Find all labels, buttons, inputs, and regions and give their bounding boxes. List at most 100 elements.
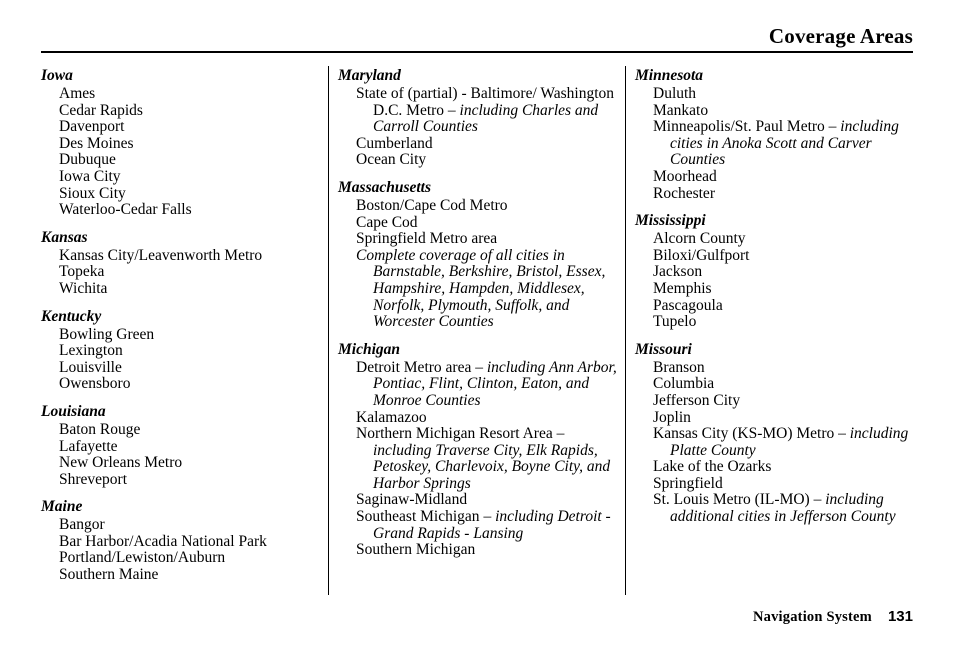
coverage-entry: Minneapolis/St. Paul Metro – including c… — [653, 118, 913, 169]
coverage-entry-text: Boston/Cape Cod Metro — [356, 196, 508, 214]
state-block: Missouri Branson Columbia Jefferson City Jop… — [635, 340, 913, 526]
coverage-entry-text: Cumberland — [356, 134, 433, 152]
coverage-entry: Southern Michigan — [356, 541, 620, 559]
coverage-entry-text: Springfield Metro area — [356, 230, 498, 248]
state-name: Minnesota — [635, 67, 704, 84]
coverage-entry: Davenport — [59, 118, 321, 136]
coverage-entry: Duluth — [653, 85, 913, 103]
coverage-entry: Pascagoula — [653, 296, 913, 315]
coverage-entry-text: Kansas City (KS-MO) Metro — [653, 425, 839, 443]
coverage-entry-text: Iowa City — [59, 167, 121, 185]
coverage-entry-list: State of (partial) - Baltimore/ Washingt… — [338, 85, 620, 169]
state-block: Louisiana Baton Rouge Lafayette New Orleans… — [41, 402, 321, 488]
coverage-entry-text: Waterloo-Cedar Falls — [59, 201, 192, 219]
coverage-entry-text: Duluth — [653, 85, 697, 102]
state-name: Kentucky — [41, 307, 102, 325]
header-rule — [41, 51, 913, 53]
coverage-entry: Jefferson City — [653, 391, 913, 410]
coverage-entry-text: Davenport — [59, 118, 125, 136]
coverage-entry-text: Alcorn County — [653, 230, 746, 248]
coverage-entry-text: Wichita — [59, 279, 108, 297]
page-header: Coverage Areas — [41, 24, 913, 48]
coverage-entry-text: Tupelo — [653, 313, 697, 331]
coverage-entry-text: Moorhead — [653, 167, 717, 185]
coverage-entry-text: Bar Harbor/Acadia National Park — [59, 532, 267, 550]
coverage-entry: Cedar Rapids — [59, 102, 321, 120]
coverage-entry-text: Detroit Metro area — [356, 358, 476, 376]
coverage-entry: State of (partial) - Baltimore/ Washingt… — [356, 85, 620, 136]
coverage-entry: Kansas City (KS-MO) Metro – including Pl… — [653, 425, 913, 459]
coverage-entry-text: Kalamazoo — [356, 408, 427, 426]
coverage-column-2: Maryland State of (partial) - Baltimore/ … — [338, 66, 620, 596]
column-divider-1 — [328, 66, 329, 595]
coverage-entry-list: Branson Columbia Jefferson City Joplin Kansa… — [635, 359, 913, 526]
coverage-entry-text: Louisville — [59, 358, 122, 376]
coverage-entry: Des Moines — [59, 135, 321, 153]
coverage-entry: Biloxi/Gulfport — [653, 246, 913, 265]
page-footer: Navigation System 131 — [41, 608, 913, 626]
state-block: Kansas Kansas City/Leavenworth Metro Topek… — [41, 228, 321, 298]
coverage-entry-text: Memphis — [653, 279, 712, 297]
state-block: Mississippi Alcorn County Biloxi/Gulfport J… — [635, 211, 913, 331]
coverage-entry: Springfield Metro area — [356, 230, 620, 248]
coverage-entry: Cape Cod — [356, 214, 620, 232]
coverage-entry: Kalamazoo — [356, 408, 620, 427]
coverage-entry: Lexington — [59, 342, 321, 360]
coverage-entry: Louisville — [59, 358, 321, 377]
coverage-entry-text: Pascagoula — [653, 296, 723, 314]
coverage-entry-list: Duluth Mankato Minneapolis/St. Paul Metro … — [635, 85, 913, 202]
coverage-entry-text: Sioux City — [59, 184, 126, 202]
coverage-entry: Baton Rouge — [59, 421, 321, 439]
coverage-entry: Wichita — [59, 279, 321, 298]
state-block: Maryland State of (partial) - Baltimore/ … — [338, 66, 620, 169]
coverage-entry: Topeka — [59, 264, 321, 281]
coverage-entry-text: Springfield — [653, 474, 723, 492]
coverage-entry: Complete coverage of all cities in Barns… — [356, 247, 620, 331]
coverage-entry-text: Rochester — [653, 184, 715, 202]
coverage-entry: Portland/Lewiston/Auburn — [59, 550, 321, 567]
coverage-entry-text: Jefferson City — [653, 391, 741, 409]
coverage-entry-list: Ames Cedar Rapids Davenport Des Moines Dubuq… — [41, 85, 321, 219]
state-name: Maryland — [338, 67, 401, 84]
state-name: Michigan — [338, 340, 401, 358]
coverage-entry: Lafayette — [59, 438, 321, 456]
state-name: Iowa — [41, 67, 73, 84]
coverage-entry: Joplin — [653, 408, 913, 427]
coverage-entry-text: Joplin — [653, 408, 691, 426]
coverage-entry: Columbia — [653, 376, 913, 393]
coverage-entry-text: Northern Michigan Resort Area — [356, 425, 557, 443]
coverage-columns: Iowa Ames Cedar Rapids Davenport Des Moines D… — [41, 66, 913, 596]
coverage-entry: New Orleans Metro — [59, 454, 321, 472]
coverage-entry: Moorhead — [653, 167, 913, 186]
coverage-entry: Jackson — [653, 264, 913, 281]
coverage-entry-list: Boston/Cape Cod Metro Cape Cod Springfield… — [338, 196, 620, 331]
coverage-entry-text: Bangor — [59, 516, 105, 534]
coverage-entry-text: Ames — [59, 85, 96, 102]
footer-book-title: Navigation System — [752, 609, 872, 625]
coverage-entry-list: Bangor Bar Harbor/Acadia National Park Por… — [41, 516, 321, 583]
coverage-entry-list: Kansas City/Leavenworth Metro Topeka Wichi… — [41, 247, 321, 298]
state-block: Iowa Ames Cedar Rapids Davenport Des Moines D… — [41, 66, 321, 219]
state-name: Louisiana — [41, 402, 106, 420]
coverage-entry-list: Alcorn County Biloxi/Gulfport Jackson Memph… — [635, 230, 913, 331]
coverage-entry-text: Owensboro — [59, 375, 131, 393]
coverage-entry: Shreveport — [59, 471, 321, 489]
coverage-entry: Springfield — [653, 474, 913, 493]
coverage-entry-text: Minneapolis/St. Paul Metro — [653, 118, 829, 136]
coverage-entry: Dubuque — [59, 152, 321, 169]
coverage-entry-text: New Orleans Metro — [59, 454, 183, 472]
coverage-entry: Lake of the Ozarks — [653, 458, 913, 476]
page-title: Coverage Areas — [768, 24, 913, 48]
coverage-entry: Alcorn County — [653, 230, 913, 248]
coverage-entry-text: Mankato — [653, 101, 709, 119]
coverage-entry-list: Baton Rouge Lafayette New Orleans Metro Shr… — [41, 421, 321, 489]
state-name: Massachusetts — [338, 178, 432, 196]
coverage-entry-text: Topeka — [59, 263, 105, 281]
coverage-entry-text: Dubuque — [59, 151, 116, 169]
coverage-entry-text: Bowling Green — [59, 325, 155, 343]
state-name: Kansas — [41, 228, 88, 246]
coverage-entry: Northern Michigan Resort Area – includin… — [356, 425, 620, 492]
state-block: Massachusetts Boston/Cape Cod Metro Cape C… — [338, 178, 620, 331]
coverage-entry: St. Louis Metro (IL-MO) – including addi… — [653, 492, 913, 525]
coverage-entry-text: Biloxi/Gulfport — [653, 246, 750, 264]
